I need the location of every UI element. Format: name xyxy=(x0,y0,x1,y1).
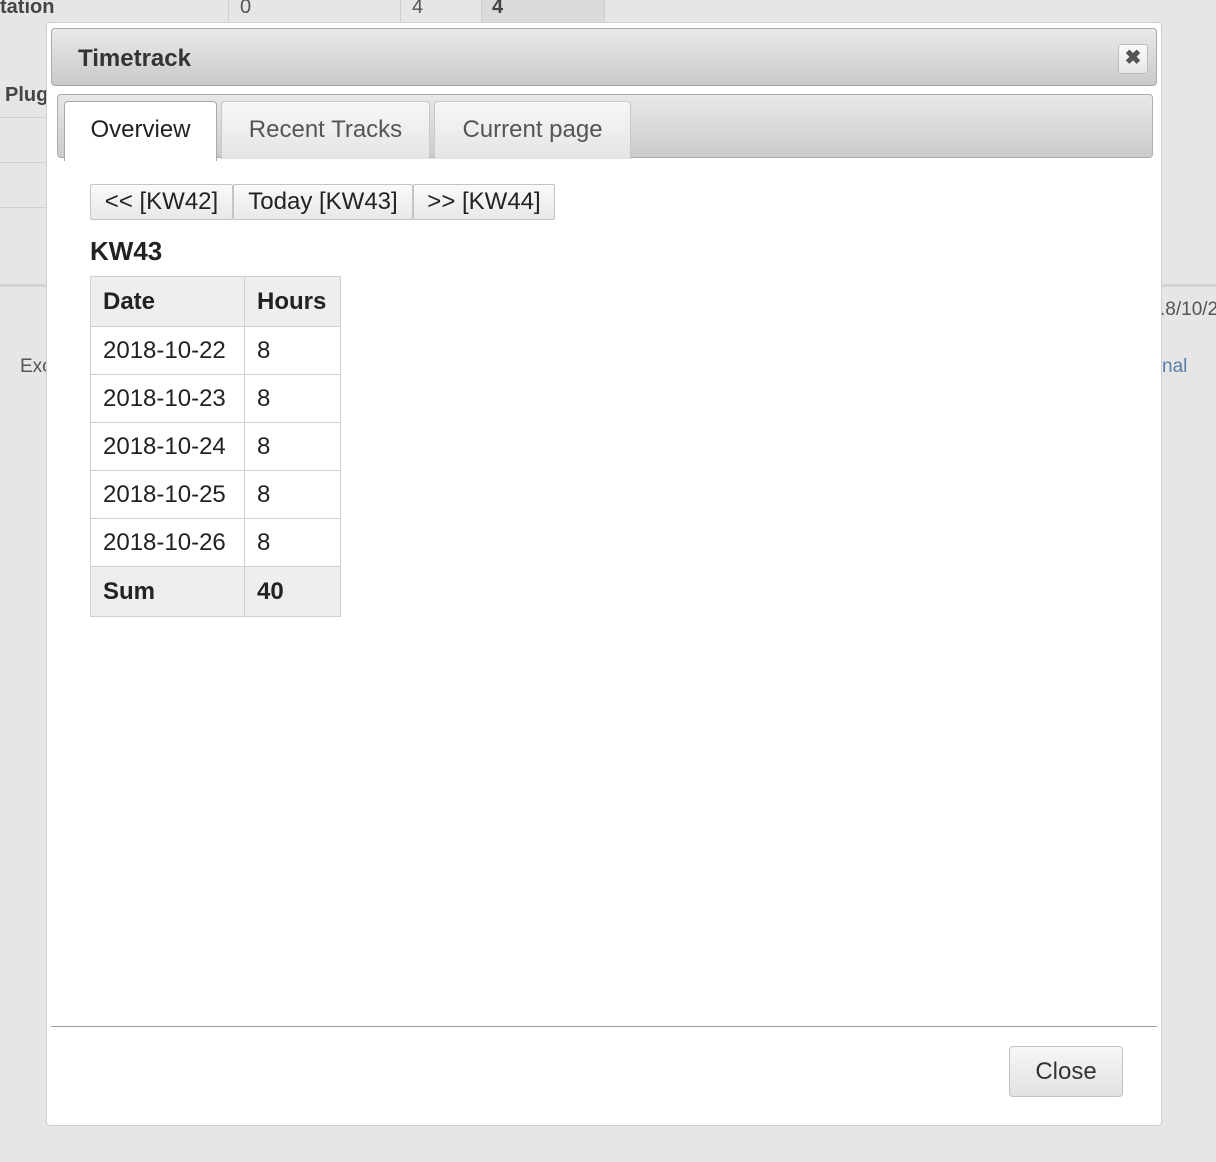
sum-label: Sum xyxy=(90,566,245,617)
date-cell: 2018-10-22 xyxy=(90,326,245,375)
footer-divider xyxy=(51,1026,1157,1027)
column-header-date: Date xyxy=(90,276,245,327)
background-table-divider xyxy=(400,0,401,22)
date-cell: 2018-10-23 xyxy=(90,374,245,423)
table-row: 2018-10-23 8 xyxy=(90,374,341,423)
hours-cell: 8 xyxy=(244,422,341,471)
next-week-button[interactable]: >> [KW44] xyxy=(413,184,555,220)
background-cell-value: 0 xyxy=(240,0,252,18)
previous-week-button[interactable]: << [KW42] xyxy=(90,184,233,220)
hours-cell: 8 xyxy=(244,374,341,423)
background-table-divider xyxy=(228,0,229,22)
hours-cell: 8 xyxy=(244,518,341,567)
hours-cell: 8 xyxy=(244,470,341,519)
background-row-label: tation xyxy=(0,0,55,18)
tab-overview[interactable]: Overview xyxy=(64,101,217,161)
background-date: .8/10/2 xyxy=(1160,299,1216,320)
tab-bar: Overview Recent Tracks Current page xyxy=(57,94,1153,161)
background-row-label: Plug xyxy=(5,84,49,106)
dialog-title: Timetrack xyxy=(78,45,191,72)
sum-row: Sum 40 xyxy=(90,566,341,617)
table-row: 2018-10-26 8 xyxy=(90,518,341,567)
dialog-titlebar[interactable]: Timetrack ✖ xyxy=(51,28,1157,86)
background-divider xyxy=(0,162,48,163)
background-divider xyxy=(0,207,48,208)
tab-current-page[interactable]: Current page xyxy=(434,101,631,159)
hours-cell: 8 xyxy=(244,326,341,375)
date-cell: 2018-10-24 xyxy=(90,422,245,471)
hours-table: Date Hours 2018-10-22 8 2018-10-23 8 201… xyxy=(90,276,341,617)
date-cell: 2018-10-26 xyxy=(90,518,245,567)
week-heading: KW43 xyxy=(90,236,163,266)
background-divider xyxy=(0,117,48,118)
sum-value: 40 xyxy=(244,566,341,617)
tab-recent-tracks[interactable]: Recent Tracks xyxy=(221,101,430,159)
table-row: 2018-10-24 8 xyxy=(90,422,341,471)
background-link: nal xyxy=(1162,356,1188,377)
background-cell-value: 4 xyxy=(412,0,424,18)
table-row: 2018-10-25 8 xyxy=(90,470,341,519)
background-cell-value: 4 xyxy=(492,0,504,18)
date-cell: 2018-10-25 xyxy=(90,470,245,519)
timetrack-dialog: Timetrack ✖ Overview Recent Tracks Curre… xyxy=(46,22,1162,1126)
table-header-row: Date Hours xyxy=(90,276,341,327)
table-row: 2018-10-22 8 xyxy=(90,326,341,375)
close-button[interactable]: Close xyxy=(1009,1046,1123,1097)
today-week-button[interactable]: Today [KW43] xyxy=(233,184,413,220)
close-icon[interactable]: ✖ xyxy=(1118,44,1148,74)
column-header-hours: Hours xyxy=(244,276,341,327)
